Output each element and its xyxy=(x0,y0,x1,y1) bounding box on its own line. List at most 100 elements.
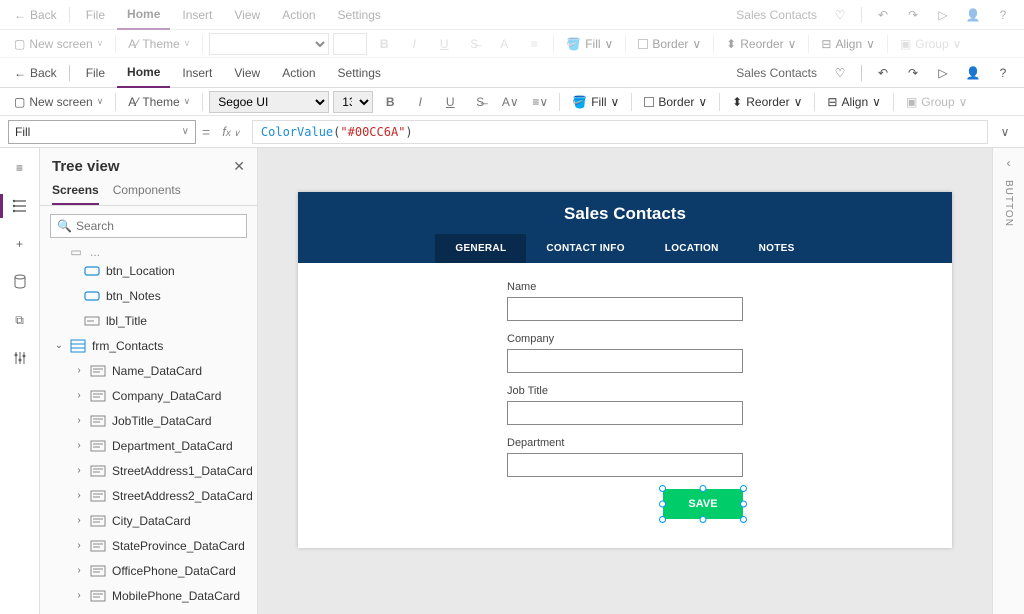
underline-icon[interactable]: U xyxy=(437,91,463,113)
tree-item-label: StreetAddress1_DataCard xyxy=(112,464,253,478)
checker-icon[interactable]: ♡ xyxy=(827,61,853,85)
button-icon xyxy=(84,264,100,278)
menu-settings: Settings xyxy=(328,0,391,30)
tree-item[interactable]: ›Company_DataCard xyxy=(44,383,253,408)
tab-screens[interactable]: Screens xyxy=(52,183,99,205)
canvas[interactable]: Sales Contacts GENERAL CONTACT INFO LOCA… xyxy=(258,148,992,614)
font-size-input[interactable]: 13 xyxy=(333,91,373,113)
tab-general[interactable]: GENERAL xyxy=(435,234,526,263)
chevron-right-icon[interactable]: › xyxy=(74,390,84,401)
chevron-down-icon: ∨ xyxy=(698,95,707,109)
card-icon xyxy=(90,589,106,603)
input-name[interactable] xyxy=(507,297,743,321)
menu-action: Action xyxy=(272,0,325,30)
share-icon[interactable]: 👤 xyxy=(960,61,986,85)
tree-item[interactable]: ›Name_DataCard xyxy=(44,358,253,383)
reorder-button[interactable]: ⬍Reorder∨ xyxy=(726,95,808,109)
redo-icon[interactable]: ↷ xyxy=(900,61,926,85)
input-company[interactable] xyxy=(507,349,743,373)
tree-view-icon[interactable] xyxy=(10,196,30,216)
topbar-ghost: ← Back File Home Insert View Action Sett… xyxy=(0,0,1024,30)
arrow-left-icon: ← xyxy=(14,66,26,80)
bold-icon[interactable]: B xyxy=(377,91,403,113)
tree-item[interactable]: ▭... xyxy=(44,246,253,258)
menu-home[interactable]: Home xyxy=(117,58,170,88)
menu-file[interactable]: File xyxy=(76,58,115,88)
undo-icon[interactable]: ↶ xyxy=(870,61,896,85)
main: ≡ + ⧉ Tree view ✕ Screens Components 🔍 ▭… xyxy=(0,148,1024,614)
card-icon xyxy=(90,489,106,503)
input-jobtitle[interactable] xyxy=(507,401,743,425)
menu-settings[interactable]: Settings xyxy=(328,58,391,88)
media-icon[interactable]: ⧉ xyxy=(10,310,30,330)
chevron-right-icon[interactable]: › xyxy=(74,440,84,451)
tree-item[interactable]: ›City_DataCard xyxy=(44,508,253,533)
back-button[interactable]: ← Back xyxy=(8,66,63,80)
tab-notes[interactable]: NOTES xyxy=(739,234,815,263)
chevron-right-icon[interactable]: › xyxy=(74,515,84,526)
chevron-right-icon[interactable]: › xyxy=(74,415,84,426)
save-button[interactable]: SAVE xyxy=(663,489,743,519)
border-button: Border∨ xyxy=(632,37,707,51)
chevron-right-icon[interactable]: › xyxy=(74,490,84,501)
menu-file: File xyxy=(76,0,115,30)
search-input[interactable] xyxy=(76,219,240,233)
input-department[interactable] xyxy=(507,453,743,477)
label-company: Company xyxy=(507,333,743,345)
alignleft-icon: ≡ xyxy=(521,33,547,55)
fill-button[interactable]: 🪣Fill∨ xyxy=(566,95,625,109)
alignleft-icon[interactable]: ≡∨ xyxy=(527,91,553,113)
property-select[interactable]: Fill ∨ xyxy=(8,120,196,144)
tree-item[interactable]: ›StreetAddress2_DataCard xyxy=(44,483,253,508)
advanced-icon[interactable] xyxy=(10,348,30,368)
button-icon xyxy=(84,289,100,303)
tab-components[interactable]: Components xyxy=(113,183,181,205)
tree-item[interactable]: ›MobilePhone_DataCard xyxy=(44,583,253,608)
chevron-right-icon[interactable]: › xyxy=(74,590,84,601)
tree-item[interactable]: ›JobTitle_DataCard xyxy=(44,408,253,433)
tree-search[interactable]: 🔍 xyxy=(50,214,247,238)
tree-item[interactable]: ›OfficePhone_DataCard xyxy=(44,558,253,583)
chevron-left-icon[interactable]: ‹ xyxy=(1007,156,1011,170)
align-button[interactable]: ⊟Align∨ xyxy=(821,95,887,109)
chevron-right-icon[interactable]: › xyxy=(74,565,84,576)
italic-icon[interactable]: I xyxy=(407,91,433,113)
topbar: ← Back File Home Insert View Action Sett… xyxy=(0,58,1024,88)
tree-item-label: StateProvince_DataCard xyxy=(112,539,245,553)
border-button[interactable]: Border∨ xyxy=(638,95,713,109)
chevron-down-icon[interactable]: ⌄ xyxy=(54,340,64,351)
tree-item[interactable]: btn_Location xyxy=(44,258,253,283)
close-icon[interactable]: ✕ xyxy=(233,158,245,175)
chevron-right-icon[interactable]: › xyxy=(74,465,84,476)
app-title: Sales Contacts xyxy=(736,8,817,22)
tab-location[interactable]: LOCATION xyxy=(645,234,739,263)
tree-item[interactable]: › StreetAddress1_DataCard xyxy=(44,458,253,483)
hamburger-icon[interactable]: ≡ xyxy=(10,158,30,178)
help-icon[interactable]: ? xyxy=(990,61,1016,85)
strike-icon[interactable]: S̶ xyxy=(467,91,493,113)
tree-item[interactable]: › StateProvince_DataCard xyxy=(44,533,253,558)
insert-icon[interactable]: + xyxy=(10,234,30,254)
tree-item[interactable]: btn_Notes xyxy=(44,283,253,308)
font-family-select[interactable]: Segoe UI xyxy=(209,91,329,113)
expand-formula-icon[interactable]: ∨ xyxy=(994,125,1016,139)
tree-item[interactable]: lbl_Title xyxy=(44,308,253,333)
tree-item[interactable]: ›Department_DataCard xyxy=(44,433,253,458)
tab-contact-info[interactable]: CONTACT INFO xyxy=(526,234,644,263)
menu-view[interactable]: View xyxy=(224,58,270,88)
theme-button[interactable]: A⁄ Theme ∨ xyxy=(122,91,196,113)
new-screen-button[interactable]: ▢ New screen ∨ xyxy=(8,91,109,113)
chevron-right-icon[interactable]: › xyxy=(74,365,84,376)
menu-insert[interactable]: Insert xyxy=(172,58,222,88)
menu-action[interactable]: Action xyxy=(272,58,325,88)
fontcolor-icon[interactable]: A∨ xyxy=(497,91,523,113)
data-icon[interactable] xyxy=(10,272,30,292)
divider xyxy=(631,93,632,111)
play-icon[interactable]: ▷ xyxy=(930,61,956,85)
chevron-right-icon[interactable]: › xyxy=(74,540,84,551)
formula-input[interactable]: ColorValue("#00CC6A") xyxy=(252,120,988,144)
tree-item[interactable]: ⌄frm_Contacts xyxy=(44,333,253,358)
tree-list: ▭... btn_Locationbtn_Noteslbl_Title⌄frm_… xyxy=(40,246,257,614)
checker-icon: ♡ xyxy=(827,3,853,27)
field-jobtitle: Job Title xyxy=(507,385,743,425)
